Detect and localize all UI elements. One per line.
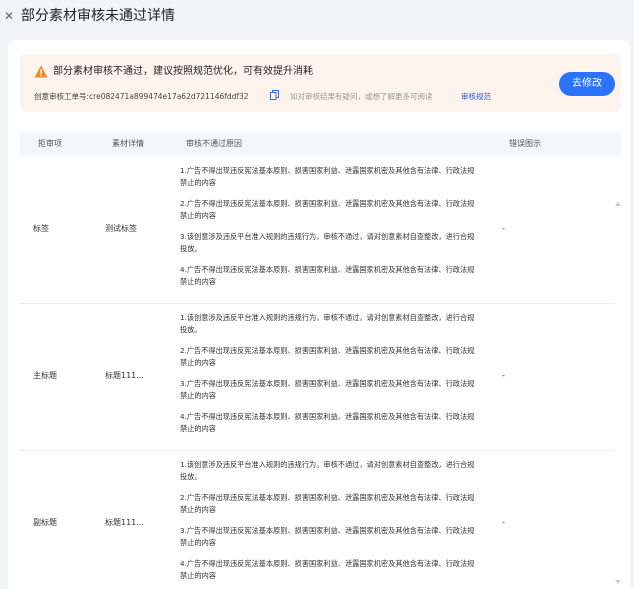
table-row: 标签 测试标签 1.广告不得出现违反宪法基本原则、损害国家利益、泄露国家机密及其… bbox=[20, 156, 615, 304]
reason-item: 1.该创意涉及违反平台准入规则的违规行为，审核不通过，请对创意素材自查整改，进行… bbox=[180, 460, 475, 481]
material-detail: 标题111... bbox=[105, 518, 144, 527]
scroll-down-icon[interactable] bbox=[615, 580, 621, 584]
warning-icon bbox=[34, 65, 48, 78]
rejected-item: 副标题 bbox=[33, 518, 57, 527]
table-scrollbar[interactable] bbox=[615, 156, 621, 589]
rejected-item: 主标题 bbox=[33, 371, 57, 380]
table-header: 拒审项 素材详情 审核不通过原因 错误图示 bbox=[20, 132, 621, 156]
column-error-image: 错误图示 bbox=[509, 139, 541, 148]
reason-item: 3.该创意涉及违反平台准入规则的违规行为，审核不通过，请对创意素材自查整改，进行… bbox=[180, 232, 475, 253]
notice-message: 部分素材审核不通过，建议按照规范优化，可有效提升消耗 bbox=[53, 66, 313, 77]
reason-item: 4.广告不得出现违反宪法基本原则、损害国家利益、泄露国家机密及其他含有法律、行政… bbox=[180, 559, 475, 580]
reason-item: 4.广告不得出现违反宪法基本原则、损害国家利益、泄露国家机密及其他含有法律、行政… bbox=[180, 265, 475, 286]
reason-list: 1.该创意涉及违反平台准入规则的违规行为，审核不通过，请对创意素材自查整改，进行… bbox=[180, 312, 480, 444]
reason-item: 1.广告不得出现违反宪法基本原则、损害国家利益、泄露国家机密及其他含有法律、行政… bbox=[180, 166, 475, 187]
column-material-detail: 素材详情 bbox=[112, 139, 144, 148]
error-image: - bbox=[502, 224, 505, 233]
material-detail: 测试标签 bbox=[105, 224, 137, 233]
reason-item: 1.该创意涉及违反平台准入规则的违规行为，审核不通过，请对创意素材自查整改，进行… bbox=[180, 313, 475, 334]
reason-item: 2.广告不得出现违反宪法基本原则、损害国家利益、泄露国家机密及其他含有法律、行政… bbox=[180, 199, 475, 220]
rejected-item: 标签 bbox=[33, 224, 49, 233]
table-row: 副标题 标题111... 1.该创意涉及违反平台准入规则的违规行为，审核不通过，… bbox=[20, 450, 615, 589]
dialog-header: ✕ 部分素材审核未通过详情 bbox=[0, 0, 634, 34]
material-detail: 标题111... bbox=[105, 371, 144, 380]
close-icon[interactable]: ✕ bbox=[4, 9, 14, 23]
ticket-id: cre082471a899474e17a62d721146fddf32 bbox=[89, 92, 249, 101]
copy-icon[interactable] bbox=[270, 90, 279, 100]
reason-item: 3.广告不得出现违反宪法基本原则、损害国家利益、泄露国家机密及其他含有法律、行政… bbox=[180, 379, 475, 400]
ticket-label: 创意审核工单号: bbox=[34, 92, 90, 101]
reason-item: 4.广告不得出现违反宪法基本原则、损害国家利益、泄露国家机密及其他含有法律、行政… bbox=[180, 412, 475, 433]
review-tip: 如对审核结果有疑问，或想了解更多可阅读 bbox=[290, 92, 433, 101]
reason-list: 1.该创意涉及违反平台准入规则的违规行为，审核不通过，请对创意素材自查整改，进行… bbox=[180, 459, 480, 589]
detail-panel: 部分素材审核不通过，建议按照规范优化，可有效提升消耗 创意审核工单号:cre08… bbox=[8, 40, 630, 589]
table-row: 主标题 标题111... 1.该创意涉及违反平台准入规则的违规行为，审核不通过，… bbox=[20, 303, 615, 451]
ticket-number: 创意审核工单号:cre082471a899474e17a62d721146fdd… bbox=[34, 91, 249, 102]
error-image: - bbox=[502, 518, 505, 527]
rejection-notice: 部分素材审核不通过，建议按照规范优化，可有效提升消耗 创意审核工单号:cre08… bbox=[20, 54, 621, 112]
reason-item: 3.广告不得出现违反宪法基本原则、损害国家利益、泄露国家机密及其他含有法律、行政… bbox=[180, 526, 475, 547]
page-title: 部分素材审核未通过详情 bbox=[21, 8, 175, 24]
review-guidelines-link[interactable]: 审核规范 bbox=[461, 91, 491, 102]
column-rejected-item: 拒审项 bbox=[38, 139, 62, 148]
reason-list: 1.广告不得出现违反宪法基本原则、损害国家利益、泄露国家机密及其他含有法律、行政… bbox=[180, 165, 480, 297]
error-image: - bbox=[502, 371, 505, 380]
reason-item: 2.广告不得出现违反宪法基本原则、损害国家利益、泄露国家机密及其他含有法律、行政… bbox=[180, 346, 475, 367]
scroll-up-icon[interactable] bbox=[615, 202, 621, 206]
table-body[interactable]: 标签 测试标签 1.广告不得出现违反宪法基本原则、损害国家利益、泄露国家机密及其… bbox=[20, 156, 615, 589]
go-modify-button[interactable]: 去修改 bbox=[559, 72, 615, 96]
column-rejection-reason: 审核不通过原因 bbox=[186, 139, 242, 148]
reason-item: 2.广告不得出现违反宪法基本原则、损害国家利益、泄露国家机密及其他含有法律、行政… bbox=[180, 493, 475, 514]
